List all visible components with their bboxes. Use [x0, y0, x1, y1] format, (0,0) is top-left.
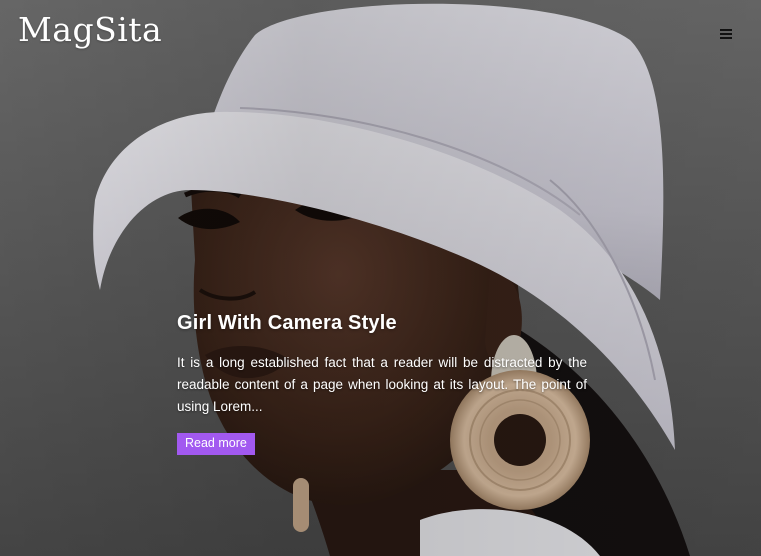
site-logo[interactable]: MagSita — [18, 10, 162, 49]
menu-bar — [720, 37, 732, 39]
hamburger-menu-icon[interactable] — [720, 28, 734, 40]
hero-overlay — [0, 0, 761, 556]
hero-slide: MagSita Girl With Camera Style It is a l… — [0, 0, 761, 556]
read-more-button[interactable]: Read more — [177, 433, 255, 455]
featured-post: Girl With Camera Style It is a long esta… — [177, 312, 587, 455]
post-excerpt: It is a long established fact that a rea… — [177, 355, 587, 414]
menu-bar — [720, 33, 732, 35]
menu-bar — [720, 29, 732, 31]
post-title[interactable]: Girl With Camera Style — [177, 312, 587, 335]
